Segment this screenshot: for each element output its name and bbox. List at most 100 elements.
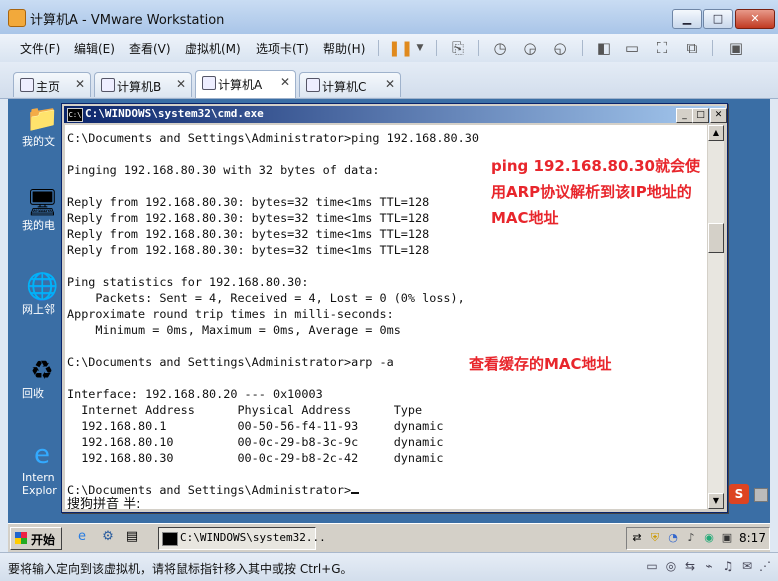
scroll-up-arrow[interactable]: ▲ xyxy=(708,125,724,141)
send-ctrl-alt-del-icon[interactable]: ⎘ xyxy=(448,38,468,58)
menu-bar: 文件(F) 编辑(E) 查看(V) 虚拟机(M) 选项卡(T) 帮助(H) ❚❚… xyxy=(0,34,778,63)
cmd-scrollbar[interactable]: ▲ ▼ xyxy=(708,125,724,509)
ime-toolbar-handle[interactable] xyxy=(754,488,768,502)
menu-view[interactable]: 查看(V) xyxy=(129,40,171,57)
vm-icon xyxy=(306,78,320,92)
menu-tabs[interactable]: 选项卡(T) xyxy=(256,40,309,57)
cmd-window[interactable]: C:\ C:\WINDOWS\system32\cmd.exe _ □ ✕ C:… xyxy=(61,103,728,513)
snapshot-manager-icon[interactable]: ◵ xyxy=(550,38,570,58)
tab-label: 计算机C xyxy=(322,80,367,94)
close-button[interactable]: ✕ xyxy=(735,9,775,29)
text-cursor xyxy=(351,492,360,494)
windows-flag-icon xyxy=(15,532,27,544)
thumbnail-icon[interactable]: ▭ xyxy=(622,38,642,58)
desktop-icon-network[interactable]: 🌐 网上邻 xyxy=(8,269,60,341)
close-icon[interactable]: ✕ xyxy=(385,77,395,91)
tab-bar: 主页 ✕ 计算机B ✕ 计算机A ✕ 计算机C ✕ xyxy=(0,62,778,99)
sogou-ime-icon[interactable]: S xyxy=(729,484,749,504)
cmd-minimize-button[interactable]: _ xyxy=(676,108,693,123)
desktop-icon-label: 我的电 xyxy=(22,219,55,232)
message-icon[interactable]: ✉ xyxy=(740,559,754,573)
clock: 8:17 xyxy=(739,531,766,545)
network-icon: 🌐 xyxy=(26,272,59,302)
menu-vm[interactable]: 虚拟机(M) xyxy=(185,40,241,57)
desktop-icon-my-documents[interactable]: 📁 我的文 xyxy=(8,101,60,173)
home-icon xyxy=(20,78,34,92)
desktop-icon-label: Intern Explor xyxy=(22,471,57,497)
snapshot-icon[interactable]: ◷ xyxy=(490,38,510,58)
pause-icon[interactable]: ❚❚ xyxy=(388,38,413,58)
ime-indicator: 搜狗拼音 半: xyxy=(67,497,141,509)
network-adapter-icon[interactable]: ⇆ xyxy=(683,559,697,573)
menu-edit[interactable]: 编辑(E) xyxy=(74,40,115,57)
status-message: 要将输入定向到该虚拟机，请将鼠标指针移入其中或按 Ctrl+G。 xyxy=(8,562,353,576)
close-icon[interactable]: ✕ xyxy=(176,77,186,91)
vm-icon xyxy=(101,78,115,92)
window-title: 计算机A - VMware Workstation xyxy=(30,13,225,28)
desktop-icon-recycle-bin[interactable]: ♻ 回收 xyxy=(8,353,60,425)
close-icon[interactable]: ✕ xyxy=(280,75,290,89)
vmware-status-bar: 要将输入定向到该虚拟机，请将鼠标指针移入其中或按 Ctrl+G。 ▭ ◎ ⇆ ⌁… xyxy=(0,552,778,581)
guest-taskbar: 开始 e ⚙ ▤ C:\WINDOWS\system32... ⇄ ⛨ ◔ ♪ … xyxy=(8,523,770,552)
vmware-app-icon xyxy=(8,9,26,27)
console-view-icon[interactable]: ▣ xyxy=(726,38,746,58)
tab-label: 计算机B xyxy=(117,80,162,94)
computer-icon: 🖥 xyxy=(26,188,60,218)
desktop-icon-my-computer[interactable]: 🖥 我的电 xyxy=(8,185,60,257)
start-label: 开始 xyxy=(31,533,56,547)
cmd-console-area[interactable]: C:\Documents and Settings\Administrator>… xyxy=(65,125,707,509)
tab-computer-c[interactable]: 计算机C ✕ xyxy=(299,72,401,97)
hard-disk-icon[interactable]: ▭ xyxy=(645,559,659,573)
folder-icon: 📁 xyxy=(26,104,59,134)
sound-icon[interactable]: ♫ xyxy=(721,559,735,573)
library-icon[interactable]: ◧ xyxy=(594,38,614,58)
unity-icon[interactable]: ⧉ xyxy=(682,38,702,58)
usb-icon[interactable]: ⌁ xyxy=(702,559,716,573)
system-tray: ⇄ ⛨ ◔ ♪ ◉ ▣ 8:17 xyxy=(626,527,770,550)
guest-desktop[interactable]: 📁 我的文 🖥 我的电 🌐 网上邻 ♻ 回收 e Intern Explor C… xyxy=(8,99,770,551)
fullscreen-icon[interactable]: ⛶ xyxy=(652,38,672,58)
revert-snapshot-icon[interactable]: ◶ xyxy=(520,38,540,58)
recycle-bin-icon: ♻ xyxy=(30,356,54,386)
tab-computer-a[interactable]: 计算机A ✕ xyxy=(195,70,296,98)
maximize-button[interactable]: □ xyxy=(703,9,733,29)
annotation-ping: ping 192.168.80.30就会使用ARP协议解析到该IP地址的MAC地… xyxy=(491,157,700,227)
scroll-thumb[interactable] xyxy=(708,223,724,253)
menu-file[interactable]: 文件(F) xyxy=(20,40,60,57)
tab-home[interactable]: 主页 ✕ xyxy=(13,72,91,97)
cmd-title-bar[interactable]: C:\ C:\WINDOWS\system32\cmd.exe _ □ ✕ xyxy=(64,106,727,123)
taskbar-cmd-label: C:\WINDOWS\system32... xyxy=(180,531,326,544)
sync-tray-icon[interactable]: ◉ xyxy=(702,531,716,545)
taskbar-cmd-button[interactable]: C:\WINDOWS\system32... xyxy=(158,527,326,550)
start-button[interactable]: 开始 xyxy=(10,527,62,550)
cmd-maximize-button[interactable]: □ xyxy=(692,108,709,123)
cmd-title: C:\WINDOWS\system32\cmd.exe xyxy=(85,107,264,120)
annotation-arp: 查看缓存的MAC地址 xyxy=(469,355,612,373)
tab-label: 主页 xyxy=(36,80,61,94)
tab-computer-b[interactable]: 计算机B ✕ xyxy=(94,72,192,97)
cmd-icon: C:\ xyxy=(67,108,83,122)
resize-grip-icon[interactable]: ⋰ xyxy=(758,559,772,573)
tab-label: 计算机A xyxy=(218,78,263,92)
volume-icon[interactable]: ♪ xyxy=(684,531,698,545)
console-output: C:\Documents and Settings\Administrator>… xyxy=(67,131,479,497)
show-desktop-icon[interactable]: ▤ xyxy=(124,529,140,545)
desktop-icon-label: 回收 xyxy=(22,387,44,400)
internet-explorer-icon: e xyxy=(34,440,50,470)
vmware-title-bar: 计算机A - VMware Workstation ▁ □ ✕ xyxy=(0,0,778,35)
user-tray-icon[interactable]: ◔ xyxy=(666,531,680,545)
menu-help[interactable]: 帮助(H) xyxy=(323,40,365,57)
minimize-button[interactable]: ▁ xyxy=(672,9,702,29)
chevron-down-icon[interactable]: ▼ xyxy=(410,38,430,58)
cd-rom-icon[interactable]: ◎ xyxy=(664,559,678,573)
desktop-icon-label: 网上邻 xyxy=(22,303,55,316)
security-shield-icon[interactable]: ⛨ xyxy=(648,531,662,545)
scroll-down-arrow[interactable]: ▼ xyxy=(708,493,724,509)
ime-tray-icon[interactable]: ▣ xyxy=(720,531,734,545)
network-tray-icon[interactable]: ⇄ xyxy=(630,531,644,545)
outlook-quicklaunch-icon[interactable]: ⚙ xyxy=(100,529,116,545)
desktop-icon-internet-explorer[interactable]: e Intern Explor xyxy=(8,437,60,509)
cmd-close-button[interactable]: ✕ xyxy=(710,108,727,123)
close-icon[interactable]: ✕ xyxy=(75,77,85,91)
ie-quicklaunch-icon[interactable]: e xyxy=(74,529,90,545)
